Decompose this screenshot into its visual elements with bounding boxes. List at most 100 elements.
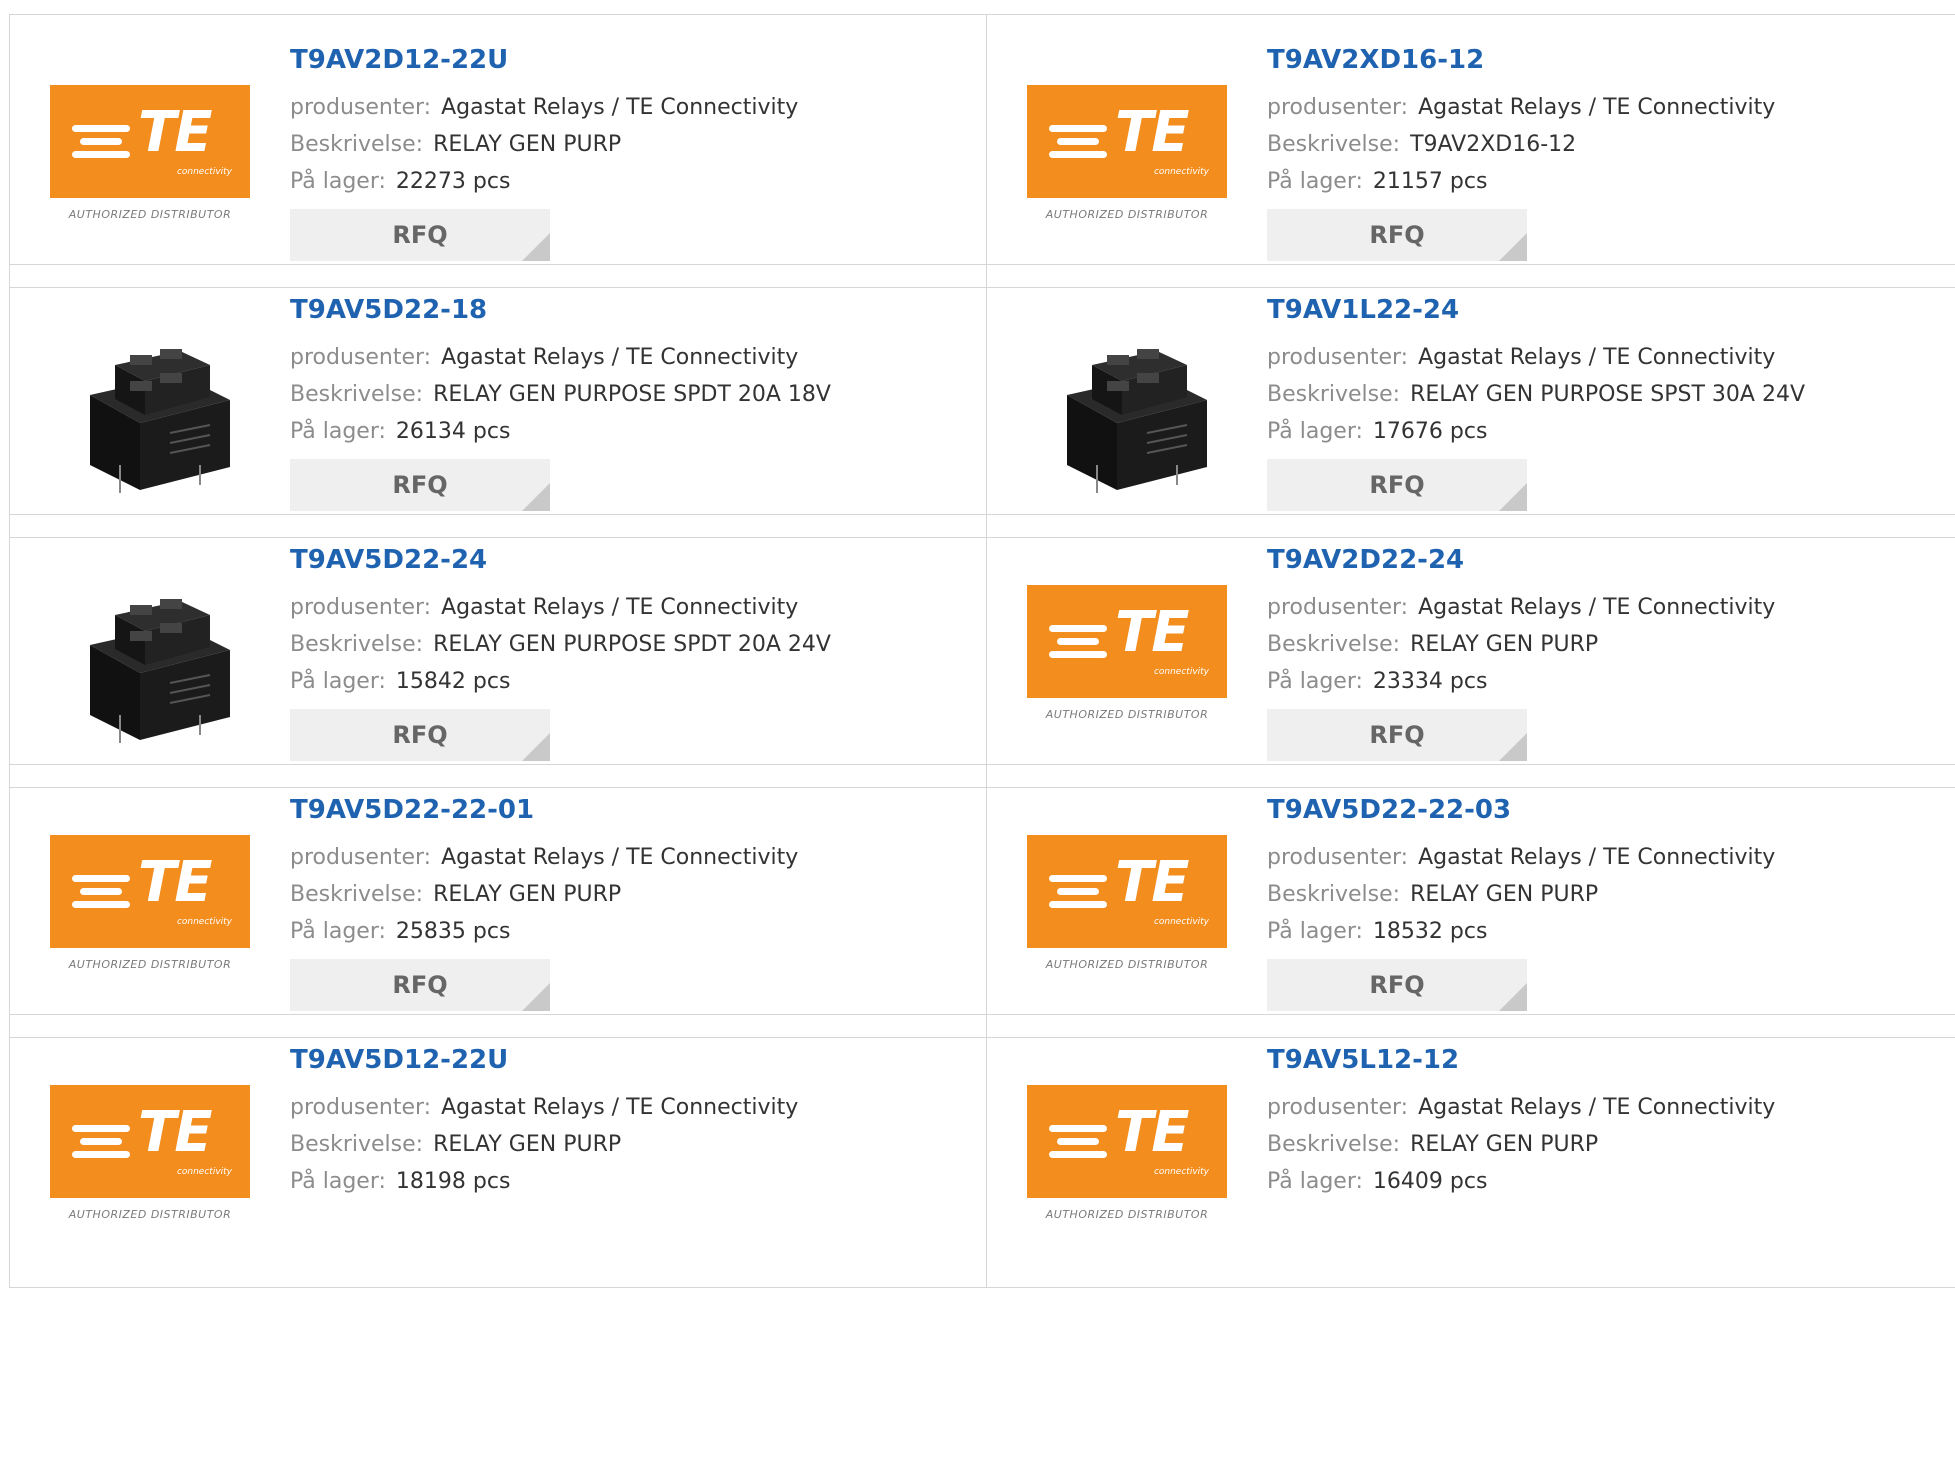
- rfq-button[interactable]: RFQ: [290, 209, 550, 261]
- manufacturer-value: Agastat Relays / TE Connectivity: [441, 1095, 799, 1120]
- product-card: T9AV1L22-24 produsenter: Agastat Relays / …: [987, 265, 1955, 537]
- product-thumbnail[interactable]: TE connectivity AUTHORIZED DISTRIBUTOR: [1017, 805, 1227, 985]
- stock-value: 22273 pcs: [395, 169, 511, 194]
- corner-triangle-icon: [1499, 733, 1527, 761]
- product-info: T9AV5D22-24 produsenter: Agastat Relays / …: [290, 545, 831, 761]
- product-part-number-link[interactable]: T9AV5D12-22U: [290, 1045, 798, 1077]
- stock-value: 16409 pcs: [1372, 1169, 1488, 1194]
- stock-label: På lager:: [1267, 1169, 1363, 1194]
- corner-triangle-icon: [1499, 233, 1527, 261]
- description-value: RELAY GEN PURPOSE SPST 30A 24V: [1410, 382, 1806, 407]
- rfq-label: RFQ: [392, 971, 448, 999]
- rfq-button[interactable]: RFQ: [1267, 959, 1527, 1011]
- manufacturer-label: produsenter:: [1267, 345, 1409, 370]
- manufacturer-label: produsenter:: [290, 595, 432, 620]
- stock-label: På lager:: [1267, 169, 1363, 194]
- stock-label: På lager:: [290, 669, 386, 694]
- description-row: Beskrivelse: RELAY GEN PURPOSE SPDT 20A 1…: [290, 376, 831, 413]
- rfq-label: RFQ: [392, 221, 448, 249]
- product-part-number-link[interactable]: T9AV2XD16-12: [1267, 45, 1775, 77]
- product-thumbnail[interactable]: TE connectivity AUTHORIZED DISTRIBUTOR: [40, 1055, 250, 1235]
- rfq-button[interactable]: RFQ: [290, 959, 550, 1011]
- manufacturer-label: produsenter:: [1267, 595, 1409, 620]
- product-thumbnail[interactable]: [40, 305, 250, 493]
- product-part-number-link[interactable]: T9AV5D22-24: [290, 545, 831, 577]
- stock-label: På lager:: [1267, 419, 1363, 444]
- description-row: Beskrivelse: RELAY GEN PURP: [290, 1126, 798, 1163]
- manufacturer-value: Agastat Relays / TE Connectivity: [441, 345, 799, 370]
- manufacturer-label: produsenter:: [290, 845, 432, 870]
- product-card: TE connectivity AUTHORIZED DISTRIBUTOR T…: [10, 15, 987, 287]
- manufacturer-value: Agastat Relays / TE Connectivity: [1418, 345, 1776, 370]
- description-row: Beskrivelse: RELAY GEN PURP: [1267, 626, 1775, 663]
- description-label: Beskrivelse:: [1267, 632, 1401, 657]
- description-row: Beskrivelse: RELAY GEN PURP: [1267, 1126, 1775, 1163]
- product-info: T9AV5D22-22-01 produsenter: Agastat Relays…: [290, 795, 798, 1011]
- description-value: RELAY GEN PURP: [433, 132, 622, 157]
- product-info: T9AV5D22-22-03 produsenter: Agastat Relays…: [1267, 795, 1775, 1011]
- product-thumbnail[interactable]: [40, 555, 250, 743]
- te-connectivity-logo: TE connectivity AUTHORIZED DISTRIBUTOR: [1027, 585, 1227, 721]
- description-row: Beskrivelse: RELAY GEN PURP: [290, 876, 798, 913]
- product-info: T9AV2D22-24 produsenter: Agastat Relays / …: [1267, 545, 1775, 761]
- product-part-number-link[interactable]: T9AV1L22-24: [1267, 295, 1805, 327]
- stock-row: På lager: 23334 pcs: [1267, 663, 1775, 700]
- product-part-number-link[interactable]: T9AV5D22-18: [290, 295, 831, 327]
- corner-triangle-icon: [1499, 983, 1527, 1011]
- product-info: T9AV1L22-24 produsenter: Agastat Relays / …: [1267, 295, 1805, 511]
- stock-row: På lager: 15842 pcs: [290, 663, 831, 700]
- stock-value: 21157 pcs: [1372, 169, 1488, 194]
- product-part-number-link[interactable]: T9AV2D12-22U: [290, 45, 798, 77]
- rfq-button[interactable]: RFQ: [1267, 459, 1527, 511]
- description-value: RELAY GEN PURP: [1410, 882, 1599, 907]
- manufacturer-label: produsenter:: [290, 345, 432, 370]
- description-value: RELAY GEN PURP: [433, 882, 622, 907]
- manufacturer-row: produsenter: Agastat Relays / TE Connecti…: [1267, 1089, 1775, 1126]
- description-row: Beskrivelse: RELAY GEN PURP: [1267, 876, 1775, 913]
- stock-value: 23334 pcs: [1372, 669, 1488, 694]
- rfq-label: RFQ: [1369, 971, 1425, 999]
- stock-label: På lager:: [290, 169, 386, 194]
- rfq-label: RFQ: [1369, 471, 1425, 499]
- product-part-number-link[interactable]: T9AV5L12-12: [1267, 1045, 1775, 1077]
- product-card: T9AV5D22-18 produsenter: Agastat Relays / …: [10, 265, 987, 537]
- description-label: Beskrivelse:: [1267, 132, 1401, 157]
- rfq-button[interactable]: RFQ: [290, 709, 550, 761]
- description-label: Beskrivelse:: [290, 132, 424, 157]
- product-info: T9AV5D22-18 produsenter: Agastat Relays / …: [290, 295, 831, 511]
- product-thumbnail[interactable]: TE connectivity AUTHORIZED DISTRIBUTOR: [40, 55, 250, 235]
- product-thumbnail[interactable]: TE connectivity AUTHORIZED DISTRIBUTOR: [1017, 555, 1227, 735]
- manufacturer-row: produsenter: Agastat Relays / TE Connecti…: [1267, 839, 1775, 876]
- rfq-button[interactable]: RFQ: [1267, 209, 1527, 261]
- stock-row: På lager: 18198 pcs: [290, 1163, 798, 1200]
- stock-row: På lager: 25835 pcs: [290, 913, 798, 950]
- rfq-label: RFQ: [392, 721, 448, 749]
- description-label: Beskrivelse:: [290, 632, 424, 657]
- description-label: Beskrivelse:: [1267, 1132, 1401, 1157]
- te-connectivity-logo: TE connectivity AUTHORIZED DISTRIBUTOR: [50, 835, 250, 971]
- product-thumbnail[interactable]: TE connectivity AUTHORIZED DISTRIBUTOR: [1017, 1055, 1227, 1235]
- product-thumbnail[interactable]: [1017, 305, 1227, 493]
- manufacturer-value: Agastat Relays / TE Connectivity: [441, 595, 799, 620]
- description-value: RELAY GEN PURP: [433, 1132, 622, 1157]
- stock-label: På lager:: [1267, 669, 1363, 694]
- product-row: TE connectivity AUTHORIZED DISTRIBUTOR T…: [9, 14, 1955, 288]
- product-part-number-link[interactable]: T9AV5D22-22-01: [290, 795, 798, 827]
- description-label: Beskrivelse:: [1267, 882, 1401, 907]
- product-row: T9AV5D22-18 produsenter: Agastat Relays / …: [9, 264, 1955, 538]
- product-thumbnail[interactable]: TE connectivity AUTHORIZED DISTRIBUTOR: [40, 805, 250, 985]
- product-thumbnail[interactable]: TE connectivity AUTHORIZED DISTRIBUTOR: [1017, 55, 1227, 235]
- product-card: TE connectivity AUTHORIZED DISTRIBUTOR T…: [10, 1015, 987, 1287]
- rfq-button[interactable]: RFQ: [1267, 709, 1527, 761]
- stock-value: 25835 pcs: [395, 919, 511, 944]
- relay-product-image: [90, 349, 230, 493]
- product-part-number-link[interactable]: T9AV5D22-22-03: [1267, 795, 1775, 827]
- manufacturer-label: produsenter:: [290, 95, 432, 120]
- stock-value: 17676 pcs: [1372, 419, 1488, 444]
- manufacturer-value: Agastat Relays / TE Connectivity: [441, 845, 799, 870]
- product-info: T9AV5L12-12 produsenter: Agastat Relays / …: [1267, 1045, 1775, 1200]
- te-connectivity-logo: TE connectivity AUTHORIZED DISTRIBUTOR: [50, 85, 250, 221]
- product-part-number-link[interactable]: T9AV2D22-24: [1267, 545, 1775, 577]
- rfq-button[interactable]: RFQ: [290, 459, 550, 511]
- rfq-label: RFQ: [1369, 221, 1425, 249]
